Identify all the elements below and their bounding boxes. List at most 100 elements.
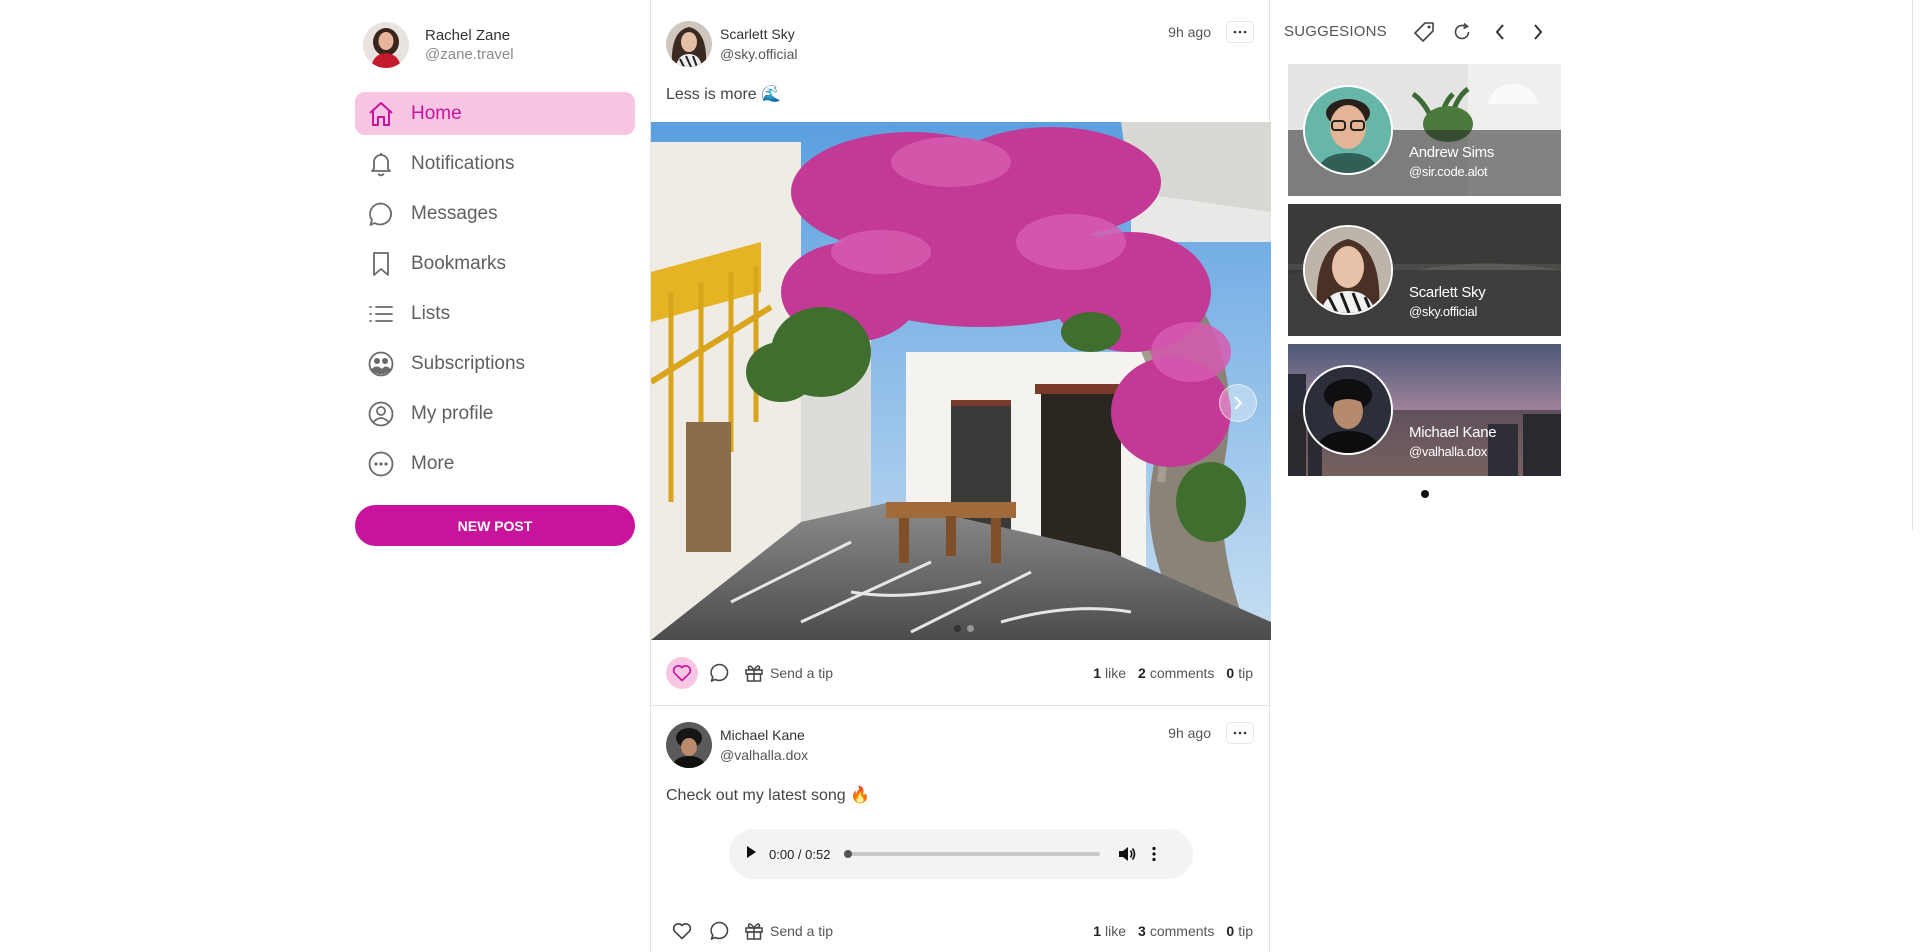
audio-player: 0:00 / 0:52 [729, 829, 1193, 879]
avatar [1303, 85, 1393, 175]
chevron-right-icon [1534, 24, 1543, 40]
image-pagination [954, 625, 974, 632]
play-icon[interactable] [745, 845, 757, 864]
avatar[interactable] [666, 21, 712, 67]
comments-count[interactable]: 2 comments [1138, 665, 1214, 681]
suggestion-handle: @valhalla.dox [1409, 444, 1487, 459]
tips-count: 0 tip [1226, 664, 1253, 681]
send-tip-button[interactable]: Send a tip [744, 921, 833, 941]
suggestion-name: Andrew Sims [1409, 144, 1495, 161]
suggestions-next-button[interactable] [1526, 20, 1550, 44]
post-actions: Send a tip 1 like 2 comments 0 tip [651, 640, 1269, 705]
author-name[interactable]: Michael Kane [720, 725, 808, 745]
post-stats: 1 like 2 comments 0 tip [1081, 640, 1253, 705]
send-tip-label: Send a tip [770, 664, 834, 681]
author-handle[interactable]: @sky.official [720, 44, 798, 64]
comment-button[interactable] [704, 657, 736, 689]
pagination-dot[interactable] [954, 625, 961, 632]
post: Scarlett Sky @sky.official 9h ago Less i… [651, 0, 1271, 706]
user-handle: @zane.travel [425, 46, 514, 63]
heart-icon [672, 664, 692, 681]
nav-item-subscriptions[interactable]: Subscriptions [355, 342, 635, 385]
gift-icon [745, 664, 763, 682]
nav-label: More [411, 452, 455, 474]
post-stats: 1 like 3 comments 0 tip [1081, 901, 1253, 952]
nav-label: Home [411, 102, 462, 124]
chevron-right-icon [1234, 396, 1243, 410]
suggestions-title: SUGGESIONS [1284, 23, 1387, 40]
main-nav: Home Notifications Messages Bookmarks Li… [355, 92, 635, 485]
tag-icon [1414, 22, 1434, 42]
nav-item-home[interactable]: Home [355, 92, 635, 135]
avatar[interactable] [363, 22, 409, 68]
nav-item-notifications[interactable]: Notifications [355, 142, 635, 185]
user-name: Rachel Zane [425, 27, 511, 44]
avatar [1303, 365, 1393, 455]
nav-item-more[interactable]: More [355, 442, 635, 485]
suggestion-card[interactable]: Michael Kane @valhalla.dox [1288, 344, 1561, 476]
suggestions-pagination-dot[interactable] [1421, 490, 1429, 498]
audio-time: 0:00 / 0:52 [769, 846, 831, 862]
gift-icon [745, 923, 763, 940]
ellipsis-icon [1233, 30, 1247, 34]
author-handle[interactable]: @valhalla.dox [720, 745, 808, 765]
post-options-button[interactable] [1226, 21, 1254, 43]
ellipsis-icon [1233, 731, 1247, 735]
audio-options-icon[interactable] [1152, 846, 1157, 862]
post-options-button[interactable] [1226, 722, 1254, 744]
list-icon [367, 300, 395, 328]
home-icon [367, 100, 395, 128]
nav-item-messages[interactable]: Messages [355, 192, 635, 235]
like-button[interactable] [666, 915, 698, 947]
audio-seek-bar[interactable] [844, 850, 1101, 858]
send-tip-button[interactable]: Send a tip [744, 663, 833, 683]
suggestion-name: Michael Kane [1409, 424, 1497, 441]
suggestion-name: Scarlett Sky [1409, 284, 1486, 301]
post-time: 9h ago [1168, 24, 1211, 40]
suggestions-panel: SUGGESIONS Andrew Sims @sir.code.alot Sc… [1284, 0, 1574, 498]
avatar[interactable] [666, 722, 712, 768]
comment-icon [710, 663, 729, 682]
audio-seek-thumb[interactable] [844, 850, 853, 858]
more-circle-icon [367, 450, 395, 478]
nav-label: Bookmarks [411, 252, 507, 274]
left-sidebar: Rachel Zane @zane.travel Home Notificati… [355, 18, 635, 546]
nav-label: Subscriptions [411, 352, 526, 374]
nav-label: My profile [411, 402, 494, 424]
suggestion-handle: @sir.code.alot [1409, 164, 1488, 179]
suggestions-prev-button[interactable] [1488, 20, 1512, 44]
suggestion-card[interactable]: Scarlett Sky @sky.official [1288, 204, 1561, 336]
bell-icon [367, 150, 395, 178]
send-tip-label: Send a tip [770, 923, 834, 939]
chevron-left-icon [1495, 24, 1504, 40]
suggestion-card[interactable]: Andrew Sims @sir.code.alot [1288, 64, 1561, 196]
suggestion-handle: @sky.official [1409, 304, 1478, 319]
comments-count[interactable]: 3 comments [1138, 923, 1214, 939]
tips-count: 0 tip [1226, 923, 1253, 939]
nav-item-bookmarks[interactable]: Bookmarks [355, 242, 635, 285]
nav-item-lists[interactable]: Lists [355, 292, 635, 335]
post-text: Check out my latest song 🔥 [666, 787, 871, 804]
comment-icon [710, 921, 729, 940]
comment-button[interactable] [704, 915, 736, 947]
author-name[interactable]: Scarlett Sky [720, 24, 798, 44]
refresh-button[interactable] [1450, 20, 1474, 44]
likes-count[interactable]: 1 like [1093, 665, 1126, 681]
image-next-button[interactable] [1219, 384, 1257, 422]
like-button[interactable] [666, 656, 698, 689]
bookmark-icon [367, 250, 395, 278]
scrollbar[interactable] [1912, 0, 1920, 530]
new-post-button[interactable]: NEW POST [355, 505, 635, 546]
nav-label: Lists [411, 302, 451, 324]
post-image[interactable] [651, 122, 1271, 640]
post-actions: Send a tip 1 like 3 comments 0 tip [651, 901, 1269, 952]
post-text: Less is more 🌊 [666, 86, 782, 103]
current-user[interactable]: Rachel Zane @zane.travel [355, 18, 635, 72]
free-filter-button[interactable] [1412, 20, 1436, 44]
nav-item-my-profile[interactable]: My profile [355, 392, 635, 435]
volume-icon[interactable] [1118, 846, 1136, 862]
pagination-dot[interactable] [967, 625, 974, 632]
avatar [1303, 225, 1393, 315]
feed: Scarlett Sky @sky.official 9h ago Less i… [650, 0, 1271, 952]
likes-count[interactable]: 1 like [1093, 923, 1126, 939]
